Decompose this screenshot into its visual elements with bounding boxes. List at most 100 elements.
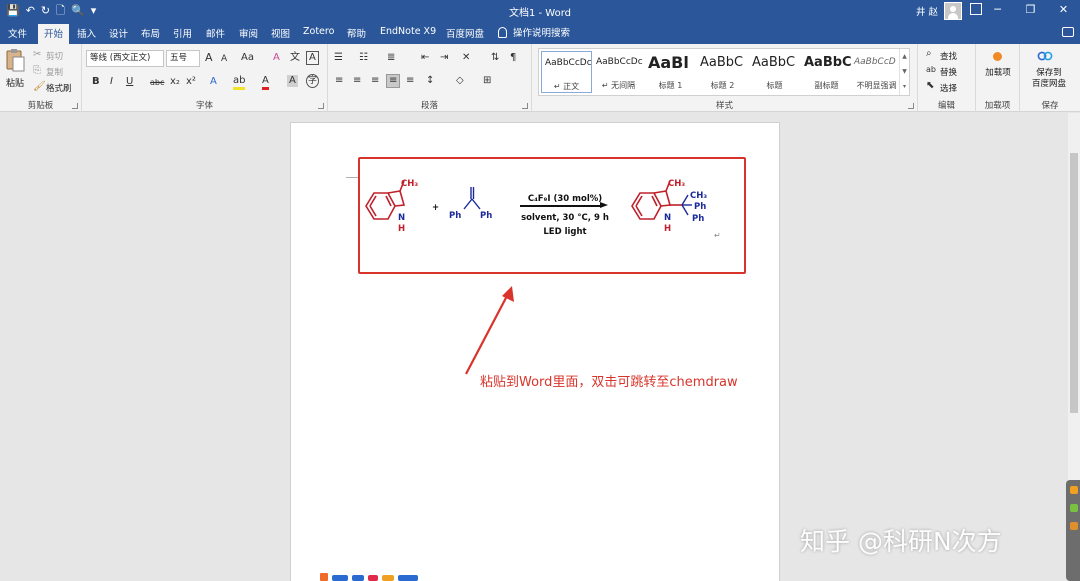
replace-icon[interactable]: ab [926,64,936,76]
font-name-select[interactable]: 等线 (西文正文) [86,50,164,67]
widget-badge-icon [1070,486,1078,494]
close-button[interactable]: ✕ [1047,0,1080,22]
addins-button[interactable]: 加载项 [982,68,1014,78]
font-size-select[interactable]: 五号 [166,50,200,67]
save-to-baidu-button[interactable]: 保存到 百度网盘 [1024,68,1074,90]
tab-mailings[interactable]: 邮件 [206,26,225,40]
enclose-characters-button[interactable]: 字 [306,74,320,88]
italic-button[interactable]: I [110,76,113,88]
distributed-icon[interactable]: ≡ [406,75,414,87]
floating-side-widget[interactable] [1066,480,1080,581]
tell-me-search[interactable]: 操作说明搜索 [498,25,570,39]
align-left-icon[interactable]: ≡ [335,75,343,87]
sort-icon[interactable]: ⇅ [491,52,499,64]
bottom-toolbar-fragment [320,573,418,581]
character-border-button[interactable]: A [306,51,319,65]
catalyst-label: C₄F₉I (30 mol%) [527,194,603,204]
copy-label[interactable]: 复制 [46,66,63,78]
tab-baidu-netdisk[interactable]: 百度网盘 [446,26,484,40]
account-area[interactable]: 井 赵 [916,2,962,20]
tab-file[interactable]: 文件 [8,26,27,40]
format-painter-icon[interactable]: 🖌 [33,81,46,93]
clipboard-launcher-icon[interactable] [72,103,78,109]
ribbon-home: 粘贴 ✂ 剪切 ⎘ 复制 🖌 格式刷 剪贴板 等线 (西文正文) 五号 A A … [0,44,1080,112]
line-spacing-icon[interactable]: ↕ [426,75,434,87]
change-case-button[interactable]: Aa [241,52,254,64]
font-color-button[interactable]: A [262,75,269,90]
paragraph-launcher-icon[interactable] [522,103,528,109]
numbering-icon[interactable]: ☷ [359,52,368,64]
tab-home[interactable]: 开始 [38,24,70,44]
baidu-netdisk-icon[interactable] [1037,50,1053,62]
justify-icon[interactable]: ≡ [386,74,401,88]
addins-icon[interactable] [993,52,1002,61]
tab-layout[interactable]: 布局 [141,26,160,40]
style-normal[interactable]: AaBbCcDc ↵ 正文 [541,51,592,93]
paste-icon [6,49,25,72]
tab-insert[interactable]: 插入 [77,26,96,40]
superscript-button[interactable]: x² [186,76,196,88]
borders-icon[interactable]: ⊞ [483,75,491,87]
find-icon[interactable]: ⌕ [926,48,932,60]
minimize-button[interactable]: ─ [981,0,1014,22]
find-button[interactable]: 查找 [940,50,957,62]
subscript-button[interactable]: x₂ [170,76,180,88]
highlight-button[interactable]: ab [233,75,246,90]
tab-review[interactable]: 审阅 [239,26,258,40]
phonetic-guide-button[interactable]: 文 [290,52,300,64]
paragraph-mark: ↵ [714,231,721,240]
format-painter-label[interactable]: 格式刷 [46,82,72,94]
text-effects-button[interactable]: A [210,76,217,88]
tab-zotero[interactable]: Zotero [303,26,334,37]
copy-icon[interactable]: ⎘ [33,65,41,77]
cut-icon[interactable]: ✂ [33,49,41,61]
product-h-label: H [664,224,672,234]
tab-endnote[interactable]: EndNote X9 [380,26,436,37]
show-marks-icon[interactable]: ¶ [510,52,516,64]
shading-icon[interactable]: ◇ [456,75,464,87]
character-shading-button[interactable]: A [287,75,298,87]
bullets-icon[interactable]: ☰ [334,52,343,64]
select-button[interactable]: 选择 [940,82,957,94]
paragraph-group-label: 段落 [420,101,438,111]
shrink-font-button[interactable]: A [221,53,227,65]
styles-launcher-icon[interactable] [908,103,914,109]
style-no-spacing[interactable]: AaBbCcDc ↵ 无间隔 [593,51,644,93]
style-heading-2[interactable]: AaBbC 标题 2 [697,51,748,93]
style-heading-1[interactable]: AaBl 标题 1 [645,51,696,93]
reactant2-ph-left: Ph [449,211,462,221]
underline-button[interactable]: U [126,76,133,88]
chemdraw-object[interactable]: CH₃ N H + Ph Ph C₄F₉I (30 mol%) solvent,… [358,157,746,274]
clipboard-group: 粘贴 ✂ 剪切 ⎘ 复制 🖌 格式刷 剪贴板 [0,44,82,112]
user-name: 井 赵 [915,7,938,18]
chinese-layout-icon[interactable]: ✕ [462,52,470,64]
style-subtle-emphasis[interactable]: AaBbCcD 不明显强调 [851,51,902,93]
save-to-baidu-line2: 百度网盘 [1031,79,1066,89]
replace-button[interactable]: 替换 [940,66,957,78]
style-subtitle[interactable]: AaBbC 副标题 [801,51,852,93]
strikethrough-button[interactable]: abc [150,77,164,89]
decrease-indent-icon[interactable]: ⇤ [421,52,429,64]
save-group: 保存到 百度网盘 保存 [1020,44,1080,112]
font-launcher-icon[interactable] [318,103,324,109]
bold-button[interactable]: B [92,76,100,88]
style-title[interactable]: AaBbC 标题 [749,51,800,93]
paste-button[interactable]: 粘贴 [5,48,29,92]
increase-indent-icon[interactable]: ⇥ [440,52,448,64]
avatar[interactable] [944,2,962,20]
tab-view[interactable]: 视图 [271,26,290,40]
gallery-scroll[interactable]: ▲ ▼ ▾ [899,49,909,95]
select-icon[interactable]: ⬉ [926,80,934,92]
scrollbar-thumb[interactable] [1070,153,1078,413]
comments-icon[interactable] [1062,27,1074,37]
grow-font-button[interactable]: A [205,52,213,64]
maximize-button[interactable]: ❐ [1014,0,1047,22]
tab-design[interactable]: 设计 [109,26,128,40]
clear-formatting-button[interactable]: A [273,52,280,64]
align-center-icon[interactable]: ≡ [353,75,361,87]
cut-label[interactable]: 剪切 [46,50,63,62]
tab-help[interactable]: 帮助 [347,26,366,40]
align-right-icon[interactable]: ≡ [371,75,379,87]
tab-references[interactable]: 引用 [173,26,192,40]
multilevel-list-icon[interactable]: ≣ [387,52,395,64]
